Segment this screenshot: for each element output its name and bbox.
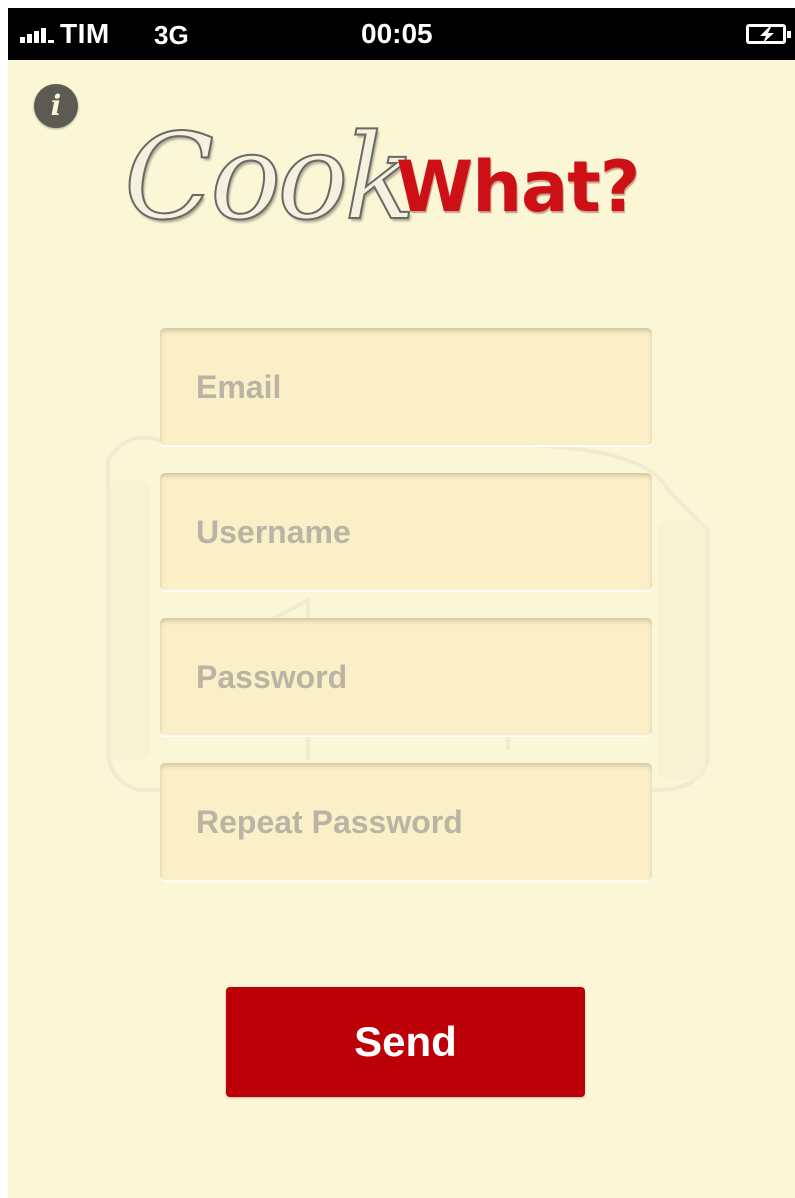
battery-charging-icon xyxy=(746,24,791,44)
carrier-name: TIM xyxy=(60,18,110,49)
username-field-container xyxy=(160,473,652,591)
email-input[interactable] xyxy=(160,328,652,446)
logo-text-cook: Cook xyxy=(123,107,417,247)
username-input[interactable] xyxy=(160,473,652,591)
info-button[interactable]: i xyxy=(34,84,78,128)
status-bar: TIM 3G 00:05 xyxy=(8,8,795,60)
info-icon: i xyxy=(50,89,62,122)
send-button[interactable]: Send xyxy=(226,987,585,1097)
password-field-container xyxy=(160,618,652,736)
status-time: 00:05 xyxy=(361,18,433,49)
signup-form xyxy=(160,328,652,908)
network-type: 3G xyxy=(154,20,189,50)
repeat-password-input[interactable] xyxy=(160,763,652,881)
email-field-container xyxy=(160,328,652,446)
logo-text-what: What? xyxy=(396,146,640,228)
app-screen: i Cook What? Send xyxy=(8,60,795,1198)
signal-bars-icon xyxy=(20,28,54,43)
password-input[interactable] xyxy=(160,618,652,736)
repeat-password-field-container xyxy=(160,763,652,881)
